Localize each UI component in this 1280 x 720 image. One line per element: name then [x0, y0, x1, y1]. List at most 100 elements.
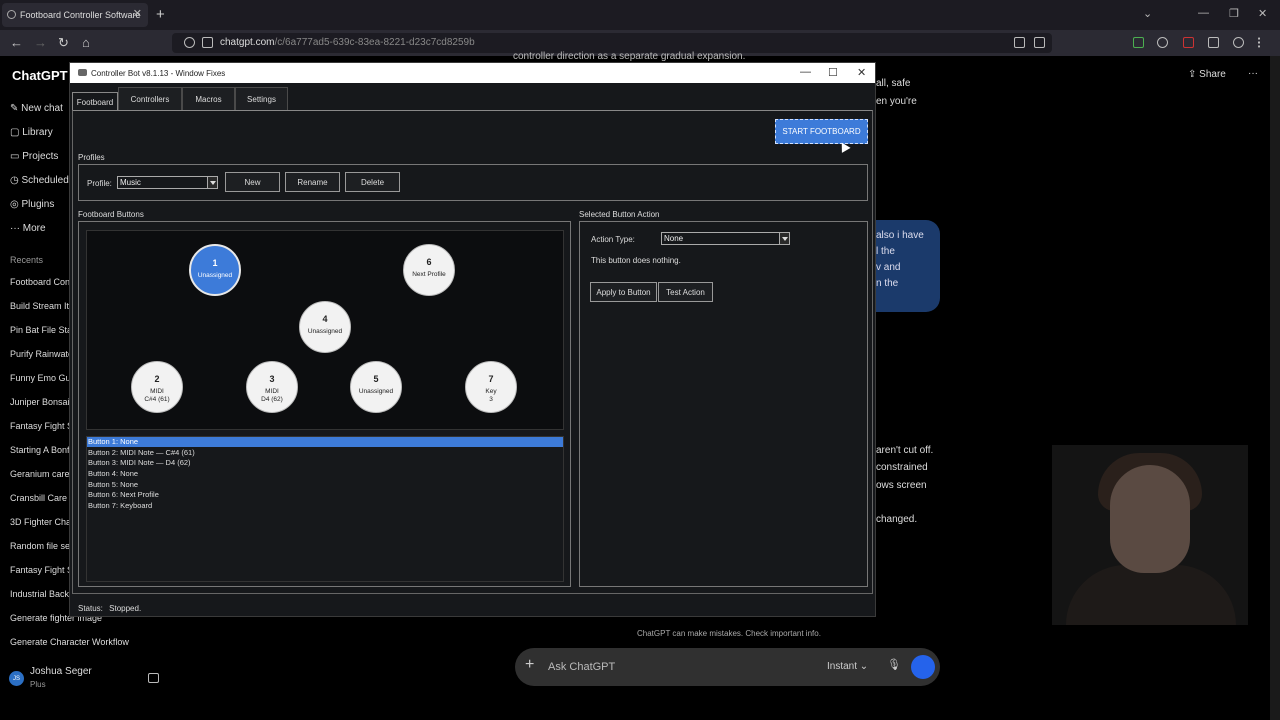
list-item[interactable]: Button 4: None	[87, 469, 563, 479]
status-bar: Status: Stopped.	[78, 604, 141, 613]
footboard-button-7[interactable]: 7 Key 3	[465, 361, 517, 413]
footboard-button-6[interactable]: 6 Next Profile	[403, 244, 455, 296]
sidebar-item-scheduled[interactable]: ◷ Scheduled	[10, 175, 70, 186]
home-button[interactable]: ⌂	[82, 35, 90, 50]
list-item[interactable]: Button 7: Keyboard	[87, 501, 563, 511]
recent-item[interactable]: Purify Rainwater	[10, 349, 72, 359]
action-type-select[interactable]: None	[661, 232, 790, 245]
footboard-button-5[interactable]: 5 Unassigned	[350, 361, 402, 413]
recent-item[interactable]: Generate Character Workflow	[10, 637, 129, 647]
recent-item[interactable]: Pin Bat File Startup	[10, 325, 72, 335]
button-assignment-list[interactable]: Button 1: None Button 2: MIDI Note — C#4…	[86, 436, 564, 582]
recents-header: Recents	[10, 255, 44, 265]
window-title-bar[interactable]: Controller Bot v8.1.13 - Window Fixes — …	[70, 63, 875, 83]
tab-favicon-icon	[7, 10, 16, 19]
browser-tab[interactable]: Footboard Controller Software ✕	[2, 3, 148, 27]
account-icon[interactable]	[1157, 37, 1168, 48]
sidebar-item-projects[interactable]: ▭ Projects	[10, 151, 58, 162]
delete-profile-button[interactable]: Delete	[345, 172, 400, 192]
reader-view-icon[interactable]	[1014, 37, 1025, 48]
new-profile-button[interactable]: New	[225, 172, 280, 192]
new-tab-button[interactable]: +	[156, 6, 165, 23]
chevron-down-icon[interactable]	[779, 233, 789, 244]
sidebar-item-label: Library	[22, 127, 53, 138]
footboard-button-3[interactable]: 3 MIDI D4 (62)	[246, 361, 298, 413]
sidebar-toggle-icon[interactable]	[148, 673, 159, 683]
extension-badge-icon[interactable]	[1183, 37, 1194, 48]
apply-to-button-button[interactable]: Apply to Button	[590, 282, 657, 302]
menu-icon[interactable]	[1258, 37, 1269, 48]
profile-select[interactable]: Music	[117, 176, 218, 189]
tab-close-icon[interactable]: ✕	[133, 7, 142, 20]
recent-item[interactable]: Build Stream Item	[10, 301, 72, 311]
list-item[interactable]: Button 2: MIDI Note — C#4 (61)	[87, 448, 563, 458]
assignment-line: Key	[485, 388, 497, 395]
window-minimize-button[interactable]: —	[800, 66, 811, 78]
recent-item[interactable]: Juniper Bonsai	[10, 397, 72, 407]
list-item[interactable]: Button 6: Next Profile	[87, 490, 563, 500]
reload-button[interactable]: ↻	[58, 35, 69, 51]
footboard-canvas: 1 Unassigned 2 MIDI C#4 (61) 3 MIDI D4 (62…	[86, 230, 564, 430]
avatar[interactable]: JS	[9, 671, 24, 686]
footboard-button-2[interactable]: 2 MIDI C#4 (61)	[131, 361, 183, 413]
conversation-menu-icon[interactable]: ···	[1248, 68, 1258, 79]
bookmark-star-icon[interactable]	[1034, 37, 1045, 48]
recent-item[interactable]: Funny Emo Guy	[10, 373, 72, 383]
page-scrollbar[interactable]	[1270, 56, 1280, 720]
recent-item[interactable]: Geranium care	[10, 469, 72, 479]
sidebar-item-plugins[interactable]: ◎ Plugins	[10, 199, 54, 210]
disclaimer-text: ChatGPT can make mistakes. Check importa…	[637, 629, 821, 638]
footboard-button-1[interactable]: 1 Unassigned	[189, 244, 241, 296]
share-label: Share	[1199, 69, 1226, 80]
downloads-icon[interactable]	[1133, 37, 1144, 48]
recent-item[interactable]: Random file selection	[10, 541, 72, 551]
url-path: /c/6a777ad5-639c-83ea-8221-d23c7cd8259b	[274, 37, 475, 48]
recent-item[interactable]: Footboard Controller	[10, 277, 72, 287]
share-button[interactable]: ⇪ Share	[1188, 69, 1226, 80]
sidebar-item-library[interactable]: ▢ Library	[10, 127, 53, 138]
sidebar-item-new-chat[interactable]: ✎ New chat	[10, 103, 68, 114]
recent-item[interactable]: 3D Fighter Character	[10, 517, 72, 527]
window-maximize-button[interactable]: ☐	[828, 66, 838, 79]
profiles-group-label: Profiles	[78, 153, 105, 162]
tab-controllers[interactable]: Controllers	[118, 87, 182, 111]
user-name[interactable]: Joshua Seger	[30, 666, 92, 677]
microphone-icon[interactable]: 🎙	[887, 658, 901, 671]
recent-item[interactable]: Cransbill Care	[10, 493, 72, 503]
start-footboard-button[interactable]: START FOOTBOARD	[775, 119, 868, 144]
tab-list-chevron-icon[interactable]: ⌄	[1143, 7, 1152, 20]
rename-profile-button[interactable]: Rename	[285, 172, 340, 192]
chat-input[interactable]: + Ask ChatGPT Instant ⌄ 🎙	[515, 648, 940, 686]
permissions-icon[interactable]	[202, 37, 213, 48]
url-bar[interactable]: chatgpt.com/c/6a777ad5-639c-83ea-8221-d2…	[172, 33, 1052, 53]
list-item[interactable]: Button 5: None	[87, 480, 563, 490]
forward-button[interactable]: →	[34, 35, 47, 50]
back-button[interactable]: ←	[10, 35, 23, 50]
tab-footboard[interactable]: Footboard	[72, 92, 118, 111]
sidebar-item-label: More	[22, 223, 46, 234]
list-item[interactable]: Button 3: MIDI Note — D4 (62)	[87, 458, 563, 468]
window-close-button[interactable]: ✕	[857, 66, 866, 79]
chatgpt-logo[interactable]: ChatGPT	[12, 68, 68, 83]
tab-settings[interactable]: Settings	[235, 87, 288, 111]
recent-item[interactable]: Fantasy Fight Scene	[10, 421, 72, 431]
browser-close-button[interactable]: ✕	[1258, 7, 1267, 20]
sidebar-item-more[interactable]: ··· More	[10, 223, 46, 234]
extensions-icon[interactable]	[1208, 37, 1219, 48]
recent-item[interactable]: Fantasy Fight Scene	[10, 565, 72, 575]
voice-mode-button[interactable]	[911, 655, 935, 679]
browser-maximize-button[interactable]: ❐	[1229, 7, 1239, 20]
recent-item[interactable]: Industrial Background	[10, 589, 72, 599]
browser-minimize-button[interactable]: —	[1198, 7, 1209, 19]
footboard-button-assignment: MIDI C#4 (61)	[132, 388, 182, 404]
vpn-icon[interactable]	[1233, 37, 1244, 48]
tab-macros[interactable]: Macros	[182, 87, 235, 111]
attach-plus-icon[interactable]: +	[525, 656, 534, 674]
footboard-button-4[interactable]: 4 Unassigned	[299, 301, 351, 353]
model-mode-selector[interactable]: Instant ⌄	[827, 661, 868, 672]
profile-label: Profile:	[87, 179, 112, 188]
test-action-button[interactable]: Test Action	[658, 282, 713, 302]
chevron-down-icon[interactable]	[207, 177, 217, 188]
list-item[interactable]: Button 1: None	[87, 437, 563, 447]
recent-item[interactable]: Starting A Bonfire	[10, 445, 72, 455]
